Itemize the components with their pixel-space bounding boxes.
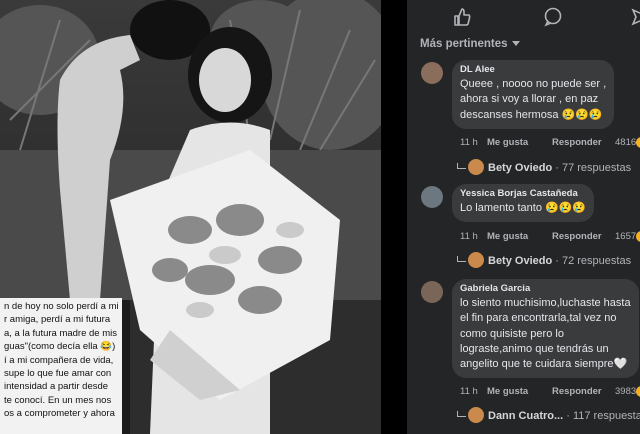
comment-author[interactable]: DL Alee [460,64,606,75]
comment-bubble: DL Alee Queee , noooo no puede ser , aho… [452,60,615,129]
avatar [468,159,484,175]
reply-button[interactable]: Responder [552,137,602,148]
comment-text-line: ahora si voy a llorar , en paz [460,93,599,106]
caption-line: intensidad a partir desde [4,381,109,393]
view-replies-link[interactable]: Bety Oviedo · 72 respuestas [457,252,631,268]
caption-line: í a mi compañera de vida, [4,354,114,366]
comment-text-line: Queee , noooo no puede ser , [460,78,607,90]
comment-time[interactable]: 11 h [460,231,478,242]
comment-author[interactable]: Yessica Borjas Castañeda [460,188,586,199]
comment-text-line: el fin para encontrarla,tal vez no [460,312,617,325]
reply-button[interactable]: Responder [552,386,602,397]
avatar[interactable] [421,62,443,84]
reply-author: Dann Cuatro... [488,410,564,422]
post-photo[interactable]: n de hoy no solo perdí a mi r amiga, per… [0,0,381,434]
reply-summary: · 72 respuestas [555,255,632,267]
like-button[interactable]: Me gusta [487,386,528,397]
avatar[interactable] [421,186,443,208]
reaction-icon [636,386,640,397]
like-icon[interactable] [451,6,473,28]
reply-arrow-icon [457,163,466,169]
chevron-down-icon [511,41,520,47]
like-button[interactable]: Me gusta [487,231,528,242]
caption-line: n de hoy no solo perdí a mi [4,301,119,312]
comment-bubble: Yessica Borjas Castañeda Lo lamento tant… [452,184,595,223]
avatar [468,252,484,268]
comment-author[interactable]: Gabriela Garcia [460,283,631,294]
avatar[interactable] [421,281,443,303]
caption-line: r amiga, perdí a mi futura [4,314,111,326]
reaction-icon [636,137,640,148]
caption-line: guas"(como decía ella 😂) [4,341,116,353]
comment-text-line: descanses hermosa 😢😢😢 [460,108,603,121]
share-icon[interactable] [630,6,640,28]
reply-author: Bety Oviedo [488,162,553,174]
reaction-count[interactable]: 3983 [615,386,636,397]
view-replies-link[interactable]: Bety Oviedo · 77 respuestas [457,159,631,175]
caption-line: supe lo que fue amar con [4,368,112,380]
caption-line: a, a la futura madre de mis [4,327,117,339]
comment-text-line: como quisiste pero lo [460,327,564,340]
caption-line: os a comprometer y ahora [4,408,115,420]
reply-button[interactable]: Responder [552,231,602,242]
reply-summary: · 117 respuestas [566,410,640,422]
comment-time[interactable]: 11 h [460,386,478,397]
comment-bubble: Gabriela Garcia lo siento muchisimo,luch… [452,279,639,379]
reply-arrow-icon [457,411,466,417]
comment-text-line: Lo lamento tanto 😢😢😢 [460,202,587,214]
view-replies-link[interactable]: Dann Cuatro... · 117 respuestas [457,407,640,423]
reaction-count[interactable]: 1657 [615,231,636,242]
reaction-count[interactable]: 4816 [615,137,636,148]
panel-divider [381,0,407,434]
caption-text-overlay: n de hoy no solo perdí a mi r amiga, per… [0,298,122,434]
like-button[interactable]: Me gusta [487,137,528,148]
reply-summary: · 77 respuestas [555,162,632,174]
comment-text-line: lo siento muchisimo,luchaste hasta [460,297,631,309]
comment-text-line: lograste,animo que tendrás un [460,342,609,355]
reply-arrow-icon [457,256,466,262]
comment-icon[interactable] [542,6,564,28]
comment-sort-dropdown[interactable]: Más pertinentes [420,38,520,50]
reply-author: Bety Oviedo [488,255,553,267]
comment-text-line: angelito que te cuidara siempre🤍 [460,358,628,371]
post-actions-bar [407,6,640,28]
reaction-icon [636,231,640,242]
avatar [468,407,484,423]
sort-label: Más pertinentes [420,38,508,50]
caption-line: te conocí. En un mes nos [4,394,112,406]
comments-panel: Más pertinentes DL Alee Queee , noooo no… [407,0,640,434]
comment-time[interactable]: 11 h [460,137,478,148]
